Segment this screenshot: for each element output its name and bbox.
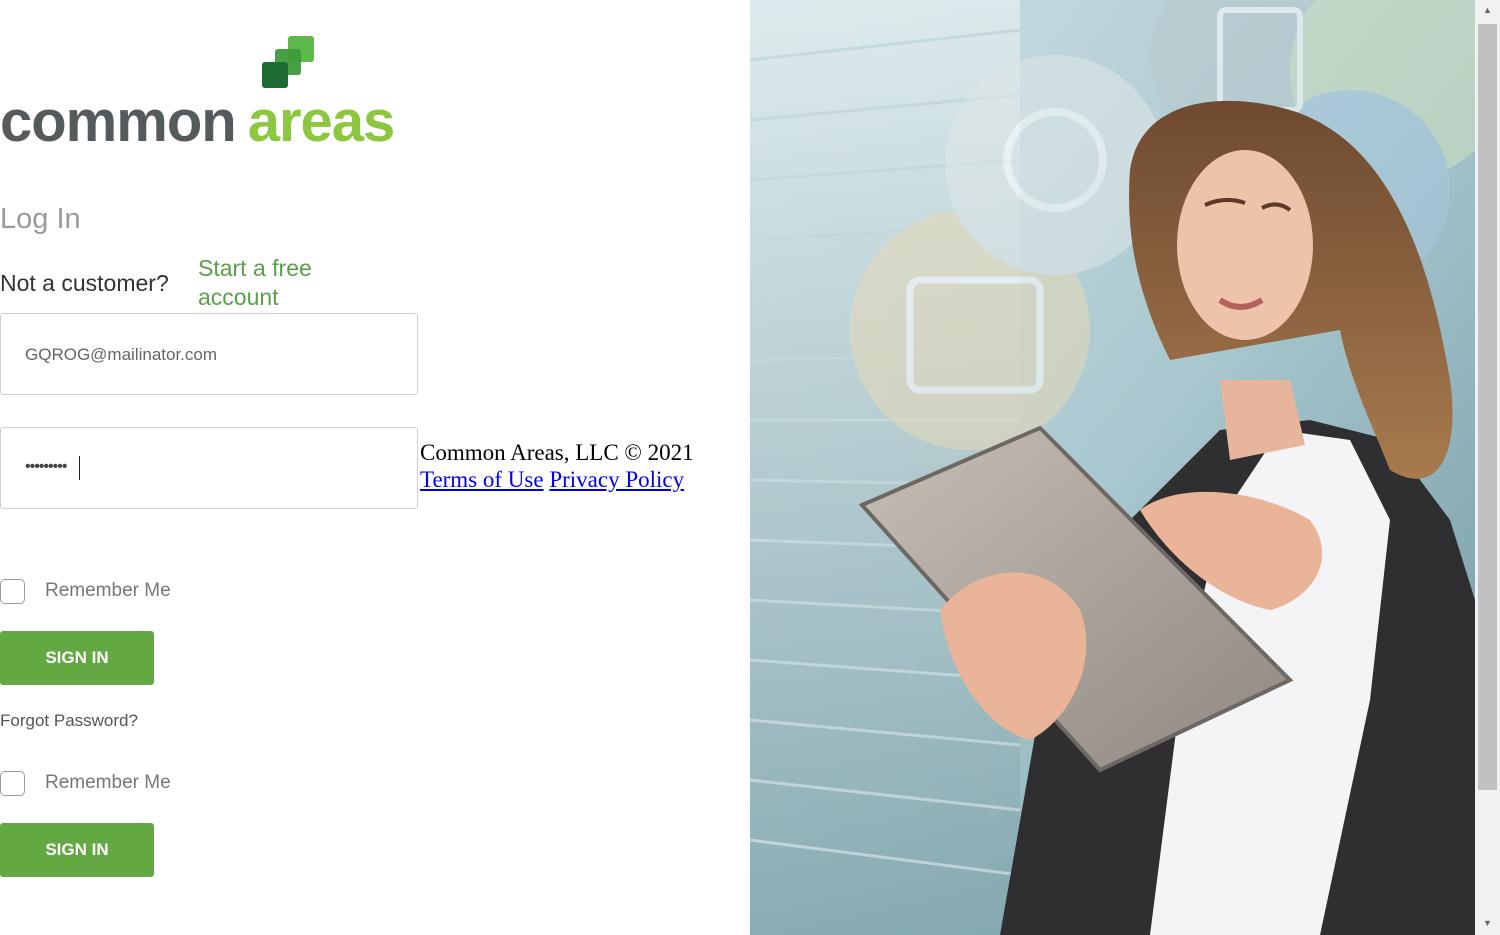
- not-customer-text: Not a customer?: [0, 270, 169, 296]
- password-field[interactable]: •••••••••: [0, 427, 418, 509]
- page-title: Log In: [0, 203, 81, 235]
- scroll-thumb[interactable]: [1478, 24, 1497, 790]
- logo-mark-icon: [262, 36, 320, 92]
- logo-wordmark: common areas: [0, 89, 395, 154]
- sign-in-button[interactable]: SIGN IN: [0, 631, 154, 685]
- copyright-text: Common Areas, LLC © 2021: [420, 440, 694, 465]
- forgot-password-link[interactable]: Forgot Password?: [0, 711, 138, 731]
- sign-in-button-secondary[interactable]: SIGN IN: [0, 823, 154, 877]
- email-field[interactable]: GQROG@mailinator.com: [0, 313, 418, 395]
- text-caret: [79, 456, 80, 480]
- remember-me-label[interactable]: Remember Me: [45, 580, 171, 602]
- privacy-policy-link[interactable]: Privacy Policy: [549, 467, 684, 492]
- start-free-account-link[interactable]: Start a free account: [198, 254, 358, 312]
- footer-links: Terms of Use Privacy Policy: [420, 467, 684, 493]
- remember-me-checkbox[interactable]: [0, 579, 25, 604]
- email-value: GQROG@mailinator.com: [25, 345, 218, 364]
- remember-me-label-secondary[interactable]: Remember Me: [45, 772, 171, 794]
- scroll-down-arrow-icon[interactable]: ▼: [1475, 915, 1500, 931]
- hero-photo: [750, 0, 1475, 935]
- password-value: •••••••••: [25, 458, 67, 475]
- company-logo: common areas: [0, 36, 422, 154]
- remember-me-checkbox-secondary[interactable]: [0, 771, 25, 796]
- vertical-scrollbar[interactable]: ▲ ▼: [1475, 0, 1500, 935]
- terms-of-use-link[interactable]: Terms of Use: [420, 467, 544, 492]
- scroll-up-arrow-icon[interactable]: ▲: [1475, 2, 1500, 18]
